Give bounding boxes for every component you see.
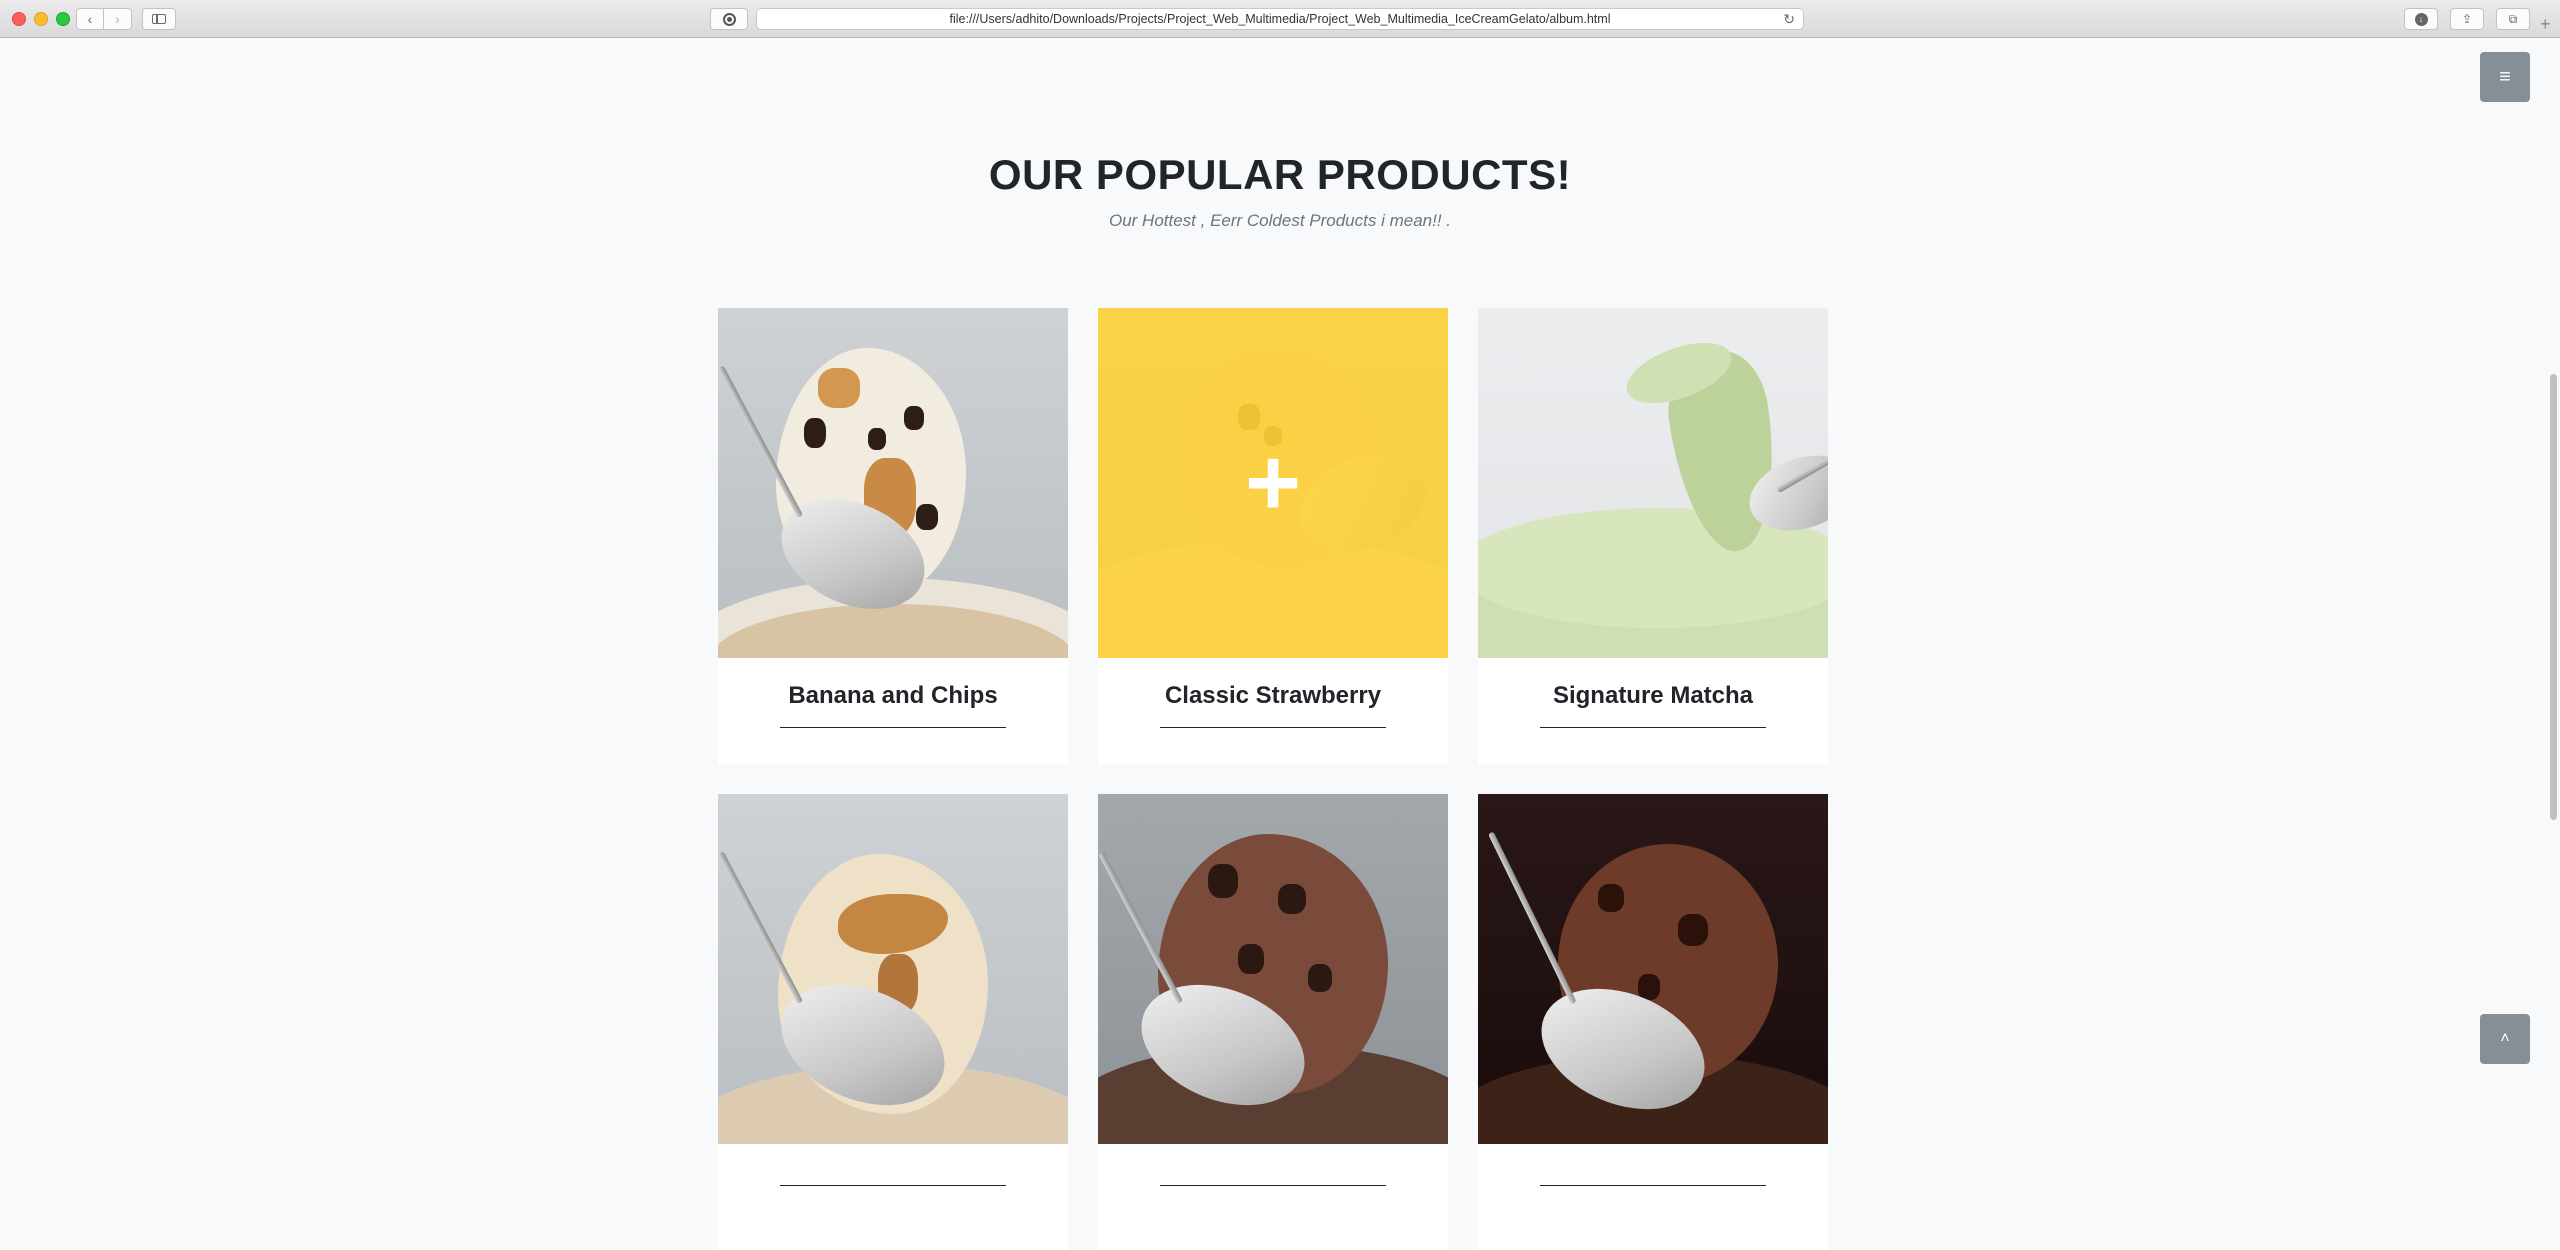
chevron-left-icon: ‹ <box>87 11 93 27</box>
minimize-window-button[interactable] <box>34 12 48 26</box>
plus-icon: + <box>1244 429 1302 536</box>
page-viewport: ≡ OUR POPULAR PRODUCTS! Our Hottest , Ee… <box>0 38 2560 1250</box>
divider <box>780 727 1006 728</box>
history-nav: ‹ › <box>76 8 132 30</box>
reload-icon[interactable]: ↻ <box>1783 11 1795 28</box>
reader-button[interactable] <box>710 8 748 30</box>
scrollbar-thumb[interactable] <box>2550 374 2557 820</box>
product-image-signature-matcha[interactable] <box>1478 308 1828 658</box>
section-subtitle: Our Hottest , Eerr Coldest Products i me… <box>1108 211 1452 230</box>
maximize-window-button[interactable] <box>56 12 70 26</box>
divider <box>1540 1185 1766 1186</box>
product-name: Signature Matcha <box>1552 682 1754 709</box>
product-image[interactable] <box>1098 794 1448 1144</box>
divider <box>1160 727 1386 728</box>
product-card[interactable]: Signature Matcha <box>1478 308 1828 764</box>
share-icon: ⇪ <box>2461 12 2473 26</box>
address-bar[interactable]: file:///Users/adhito/Downloads/Projects/… <box>756 8 1804 30</box>
toolbar-right-buttons: ↓ ⇪ ⧉ <box>2404 8 2530 30</box>
forward-button[interactable]: › <box>104 8 132 30</box>
section-title: OUR POPULAR PRODUCTS! <box>988 151 1572 198</box>
download-icon: ↓ <box>2414 12 2428 26</box>
product-card[interactable] <box>718 794 1068 1250</box>
tabs-overview-button[interactable]: ⧉ <box>2496 8 2530 30</box>
tabs-icon: ⧉ <box>2508 11 2518 26</box>
product-name: Banana and Chips <box>788 682 998 709</box>
product-caption: Classic Strawberry <box>1098 658 1448 764</box>
product-name: Classic Strawberry <box>1164 682 1382 709</box>
browser-toolbar: ‹ › file:///Users/adhito/Downloads/Proje… <box>0 0 2560 38</box>
product-card[interactable]: + Classic Strawberry <box>1098 308 1448 764</box>
page-scrollbar[interactable] <box>2548 38 2560 1080</box>
product-card[interactable] <box>1478 794 1828 1250</box>
divider <box>780 1185 1006 1186</box>
window-controls <box>12 12 70 26</box>
sidebar-icon <box>152 14 166 24</box>
close-window-button[interactable] <box>12 12 26 26</box>
product-caption: Banana and Chips <box>718 658 1068 764</box>
scroll-to-top-button[interactable]: ˄ <box>2480 1014 2530 1064</box>
product-image[interactable] <box>1478 794 1828 1144</box>
downloads-button[interactable]: ↓ <box>2404 8 2438 30</box>
product-card[interactable]: Banana and Chips <box>718 308 1068 764</box>
hover-overlay[interactable]: + <box>1098 308 1448 658</box>
product-card[interactable] <box>1098 794 1448 1250</box>
sidebar-toggle-button[interactable] <box>142 8 176 30</box>
product-caption <box>1478 1144 1828 1250</box>
reader-icon <box>722 12 736 26</box>
product-caption: Signature Matcha <box>1478 658 1828 764</box>
product-caption <box>718 1144 1068 1250</box>
hamburger-icon: ≡ <box>2499 65 2511 88</box>
plus-icon: + <box>2540 14 2551 34</box>
back-button[interactable]: ‹ <box>76 8 104 30</box>
menu-toggle-button[interactable]: ≡ <box>2480 52 2530 102</box>
chevron-right-icon: › <box>115 11 120 27</box>
product-image-banana-and-chips[interactable] <box>718 308 1068 658</box>
chevron-up-icon: ˄ <box>2500 1030 2510 1047</box>
url-text: file:///Users/adhito/Downloads/Projects/… <box>949 12 1611 26</box>
share-button[interactable]: ⇪ <box>2450 8 2484 30</box>
product-image[interactable] <box>718 794 1068 1144</box>
product-image-classic-strawberry[interactable]: + <box>1098 308 1448 658</box>
divider <box>1160 1185 1386 1186</box>
new-tab-button[interactable]: + <box>2540 14 2551 35</box>
divider <box>1540 727 1766 728</box>
product-caption <box>1098 1144 1448 1250</box>
